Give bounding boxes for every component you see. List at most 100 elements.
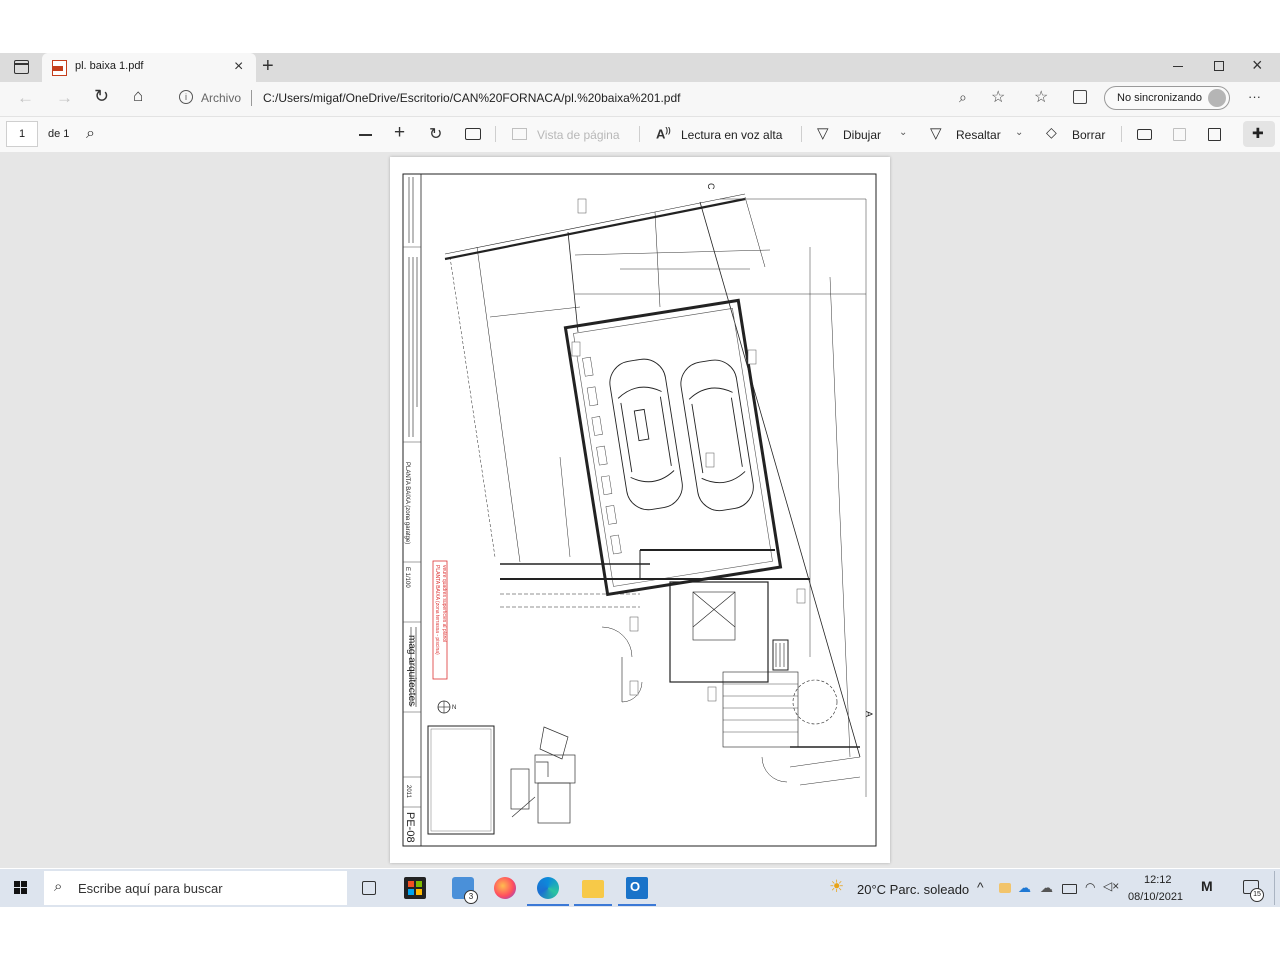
pdf-file-icon — [52, 60, 67, 76]
new-tab-icon[interactable]: + — [262, 55, 274, 78]
outlook-active-indicator — [618, 904, 656, 906]
clock-time[interactable]: 12:12 — [1144, 874, 1172, 886]
explorer-active-indicator — [574, 904, 612, 906]
add-favorite-icon[interactable]: ☆ — [991, 87, 1005, 107]
language-icon[interactable]: M — [1201, 878, 1213, 894]
battery-icon[interactable] — [1062, 884, 1077, 894]
file-explorer-icon[interactable] — [582, 880, 604, 898]
weather-icon: ☀ — [829, 877, 845, 896]
fit-page-icon[interactable] — [465, 128, 481, 140]
section-marker-c: C — [706, 183, 716, 190]
tab-title: pl. baixa 1.pdf — [75, 60, 144, 72]
print-icon[interactable] — [1137, 129, 1152, 140]
refresh-icon[interactable]: ↻ — [94, 86, 109, 107]
draw-options-chevron-icon[interactable]: ⌄ — [899, 127, 907, 138]
year-label: 2011 — [405, 785, 411, 799]
draw-button[interactable]: Dibujar — [843, 128, 881, 142]
notifications-count: 15 — [1250, 888, 1264, 902]
red-note-line2: veure quadres superficies al plànol — [441, 565, 447, 642]
tray-chevron-icon[interactable]: ^ — [977, 879, 984, 895]
toolbar-divider — [495, 126, 496, 142]
collections-icon[interactable] — [1073, 90, 1087, 104]
back-icon[interactable]: ← — [17, 88, 34, 108]
volume-muted-icon[interactable]: ◁× — [1103, 879, 1119, 893]
close-tab-icon[interactable]: × — [234, 58, 243, 76]
start-icon[interactable] — [14, 881, 28, 895]
avatar-icon — [1208, 89, 1226, 107]
onedrive-icon[interactable]: ☁ — [1018, 880, 1031, 896]
show-desktop-button[interactable] — [1274, 871, 1275, 905]
page-view-button[interactable]: Vista de página — [537, 128, 620, 142]
more-menu-icon[interactable]: ··· — [1248, 89, 1261, 104]
pin-toolbar-button[interactable]: ✚ — [1243, 121, 1275, 147]
weather-text[interactable]: 20°C Parc. soleado — [857, 882, 969, 897]
section-marker-a: A — [864, 711, 874, 717]
key-plan-box — [427, 725, 495, 835]
outlook-icon[interactable]: O — [626, 877, 648, 899]
minimize-icon[interactable] — [1173, 66, 1183, 67]
profile-sync-button[interactable]: No sincronizando — [1104, 86, 1230, 110]
read-aloud-button[interactable]: Lectura en voz alta — [681, 128, 782, 142]
info-icon: i — [179, 90, 193, 104]
home-icon[interactable]: ⌂ — [133, 86, 143, 106]
dimension-lines — [489, 198, 867, 797]
restore-icon[interactable] — [1214, 61, 1224, 71]
red-note-line1: PLANTA BAIXA (zona terrassa - piscina) — [434, 565, 440, 655]
sheet-code: PE-08 — [404, 812, 416, 843]
firm-name: mag arquitectes — [406, 635, 417, 706]
zoom-out-icon[interactable] — [359, 134, 372, 136]
elevation-sketch — [510, 726, 576, 824]
scale-label: E 1/100 — [404, 567, 410, 588]
clock-date[interactable]: 08/10/2021 — [1128, 891, 1183, 903]
save-as-icon[interactable] — [1208, 128, 1221, 141]
close-window-icon[interactable]: × — [1252, 55, 1263, 76]
forward-icon[interactable]: → — [56, 88, 73, 108]
tab-pdf[interactable]: pl. baixa 1.pdf × — [42, 53, 256, 82]
edge-icon[interactable] — [537, 877, 559, 899]
address-scheme-label: Archivo — [201, 91, 242, 105]
toolbar-divider — [1121, 126, 1122, 142]
zoom-icon[interactable]: ⌕ — [959, 89, 967, 106]
search-placeholder: Escribe aquí para buscar — [78, 881, 223, 896]
tab-actions-icon[interactable] — [14, 60, 29, 74]
lower-rooms — [500, 549, 860, 783]
search-icon[interactable]: ⌕ — [86, 125, 95, 143]
tray-app-icon[interactable] — [999, 883, 1011, 893]
page-number-input[interactable]: 1 — [6, 121, 38, 147]
sync-label: No sincronizando — [1117, 92, 1202, 104]
firefox-icon[interactable] — [494, 877, 516, 899]
zoom-in-icon[interactable]: + — [394, 122, 405, 144]
highlight-options-chevron-icon[interactable]: ⌄ — [1015, 127, 1023, 138]
onedrive-personal-icon[interactable]: ☁ — [1040, 880, 1053, 896]
store-icon[interactable] — [404, 877, 426, 899]
plan-title: PLANTA BAIXA (zona garatge) — [404, 462, 410, 544]
highlight-button[interactable]: Resaltar — [956, 128, 1001, 142]
sheet-border — [402, 173, 877, 847]
north-label: N — [452, 705, 456, 711]
task-view-icon[interactable] — [362, 881, 376, 895]
search-icon: ⌕ — [54, 878, 63, 895]
highlight-icon: ▽ — [930, 125, 942, 142]
edge-active-indicator — [527, 904, 569, 906]
pin-icon: ✚ — [1252, 125, 1264, 141]
url-field[interactable]: C:/Users/migaf/OneDrive/Escritorio/CAN%2… — [263, 91, 681, 105]
page-view-icon — [512, 128, 527, 140]
draw-icon: ▽ — [817, 125, 829, 142]
pdf-page[interactable]: PLANTA BAIXA (zona garatge) E 1/100 mag … — [390, 157, 890, 863]
favorites-icon[interactable]: ☆ — [1034, 87, 1048, 107]
wifi-icon[interactable]: ◠ — [1085, 880, 1095, 894]
save-icon — [1173, 128, 1186, 141]
address-divider — [251, 90, 252, 106]
files-badge: 3 — [464, 890, 478, 904]
architectural-plan-drawing: PLANTA BAIXA (zona garatge) E 1/100 mag … — [402, 173, 877, 847]
read-aloud-icon: A)) — [656, 126, 671, 142]
car-1 — [609, 358, 683, 511]
toolbar-divider — [801, 126, 802, 142]
toolbar-divider — [639, 126, 640, 142]
erase-button[interactable]: Borrar — [1072, 128, 1105, 142]
page-total: de 1 — [48, 128, 70, 140]
rotate-icon[interactable]: ↻ — [429, 124, 442, 144]
car-2 — [680, 359, 754, 512]
eraser-icon: ◇ — [1046, 124, 1057, 140]
taskbar-search-box[interactable]: ⌕ Escribe aquí para buscar — [44, 871, 347, 905]
